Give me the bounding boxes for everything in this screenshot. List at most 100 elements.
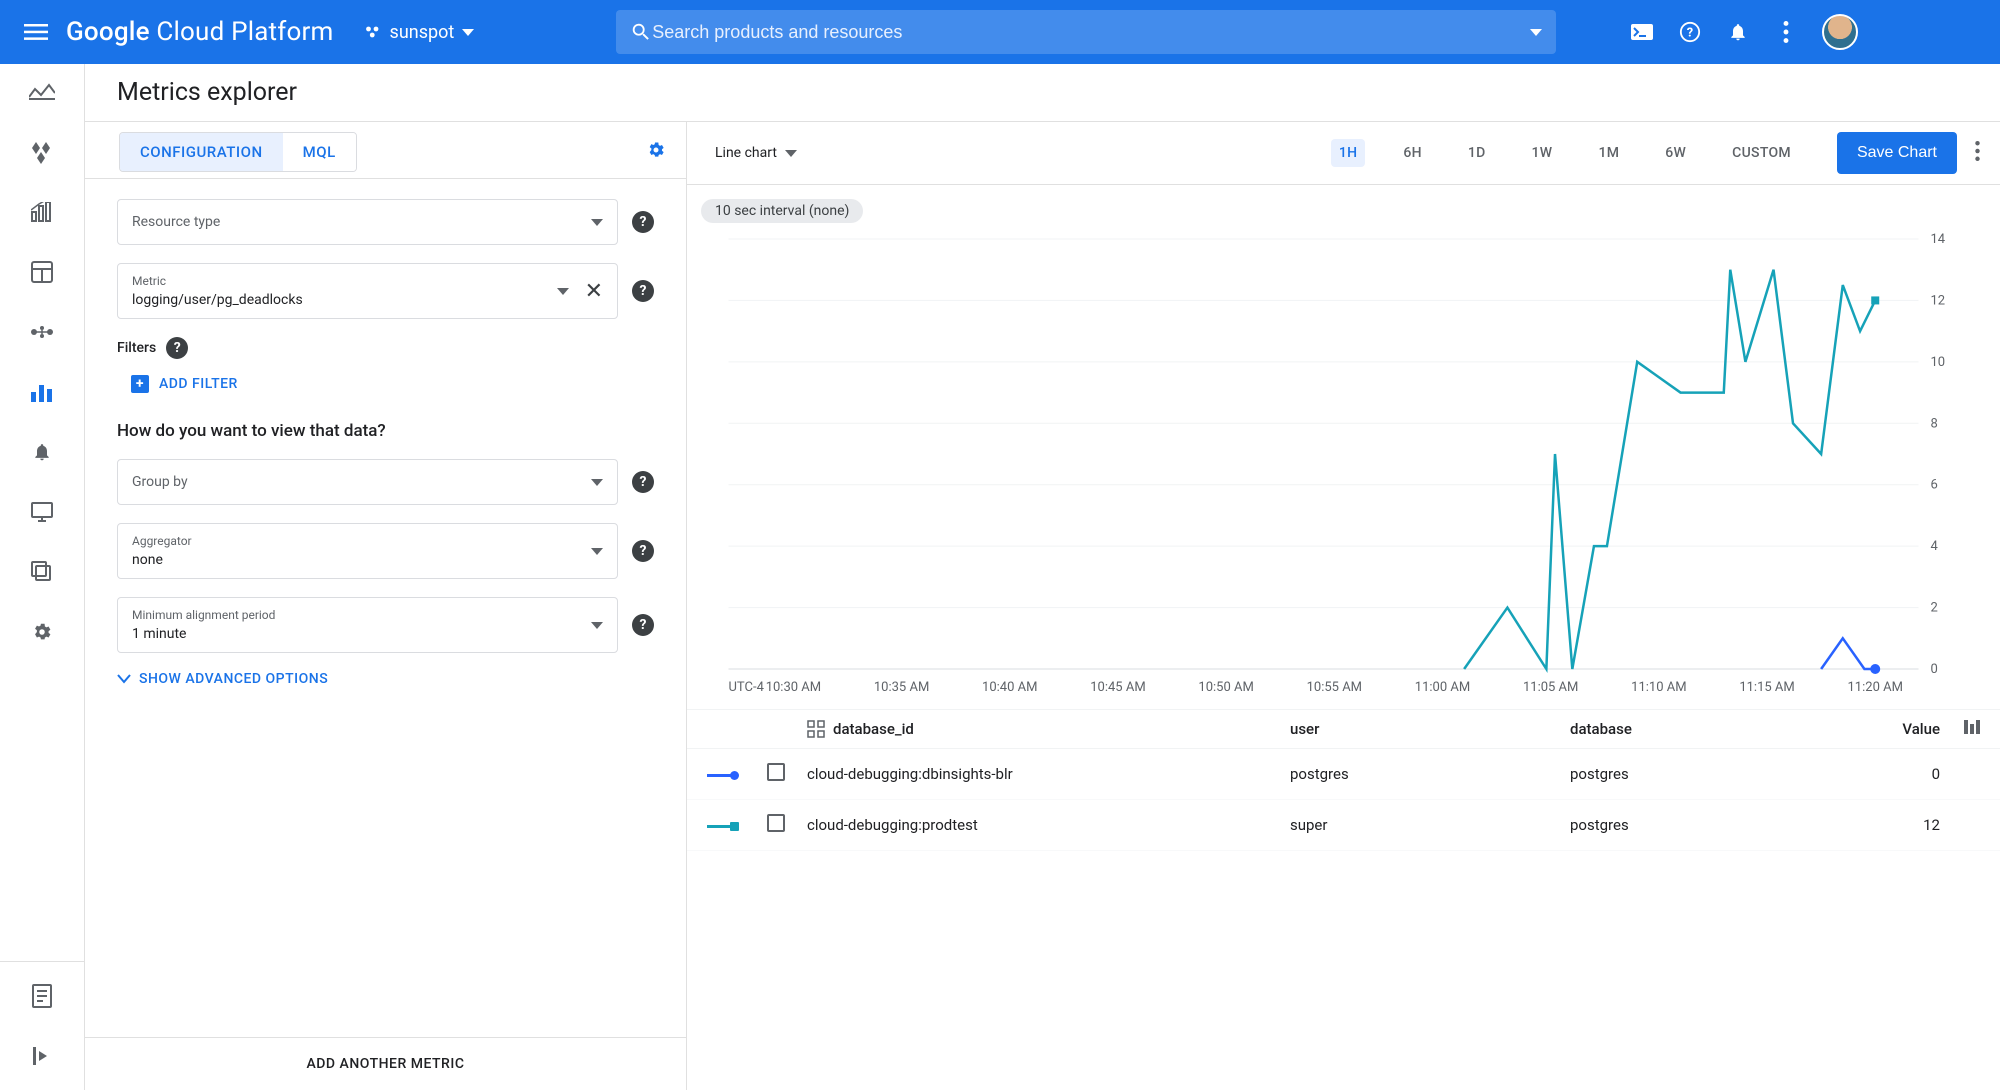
- legend-user: postgres: [1290, 765, 1570, 783]
- clear-metric-icon[interactable]: ✕: [585, 279, 603, 304]
- nav-dashboard-icon[interactable]: [26, 256, 58, 288]
- global-search[interactable]: [616, 10, 1556, 54]
- nav-alerts-icon[interactable]: [26, 436, 58, 468]
- legend-checkbox[interactable]: [767, 814, 785, 832]
- nav-docs-icon[interactable]: [26, 980, 58, 1012]
- brand-logo[interactable]: Google Cloud Platform: [66, 17, 334, 47]
- hamburger-menu-icon[interactable]: [20, 16, 52, 48]
- add-filter-button[interactable]: + ADD FILTER: [131, 375, 654, 393]
- add-filter-label: ADD FILTER: [159, 376, 238, 392]
- svg-text:11:15 AM: 11:15 AM: [1739, 680, 1794, 695]
- nav-overview-icon[interactable]: [26, 76, 58, 108]
- help-icon[interactable]: ?: [632, 280, 654, 302]
- svg-text:0: 0: [1931, 662, 1938, 677]
- cloud-shell-icon[interactable]: [1630, 20, 1654, 44]
- range-1h[interactable]: 1H: [1331, 139, 1366, 167]
- column-picker-icon[interactable]: [1940, 720, 1980, 738]
- nav-groups-icon[interactable]: [26, 556, 58, 588]
- plus-icon: +: [131, 375, 149, 393]
- group-by-placeholder: Group by: [132, 474, 591, 490]
- page-title: Metrics explorer: [85, 64, 2000, 122]
- nav-metrics-icon[interactable]: [26, 196, 58, 228]
- user-avatar[interactable]: [1822, 14, 1858, 50]
- project-selector[interactable]: sunspot: [356, 18, 483, 47]
- svg-text:10:35 AM: 10:35 AM: [874, 680, 929, 695]
- min-alignment-select[interactable]: Minimum alignment period 1 minute: [117, 597, 618, 653]
- legend-value: 12: [1850, 816, 1940, 834]
- help-icon[interactable]: ?: [166, 337, 188, 359]
- tab-configuration[interactable]: CONFIGURATION: [120, 133, 283, 171]
- chevron-down-icon: [557, 288, 569, 295]
- nav-settings-icon[interactable]: [26, 616, 58, 648]
- col-database-id: database_id: [833, 720, 914, 738]
- legend-db-id: cloud-debugging:dbinsights-blr: [807, 765, 1290, 783]
- range-6w[interactable]: 6W: [1657, 139, 1694, 167]
- chevron-down-icon: [591, 622, 603, 629]
- help-icon[interactable]: ?: [632, 540, 654, 562]
- chevron-down-icon[interactable]: [1530, 29, 1542, 36]
- group-by-select[interactable]: Group by: [117, 459, 618, 505]
- advanced-label: SHOW ADVANCED OPTIONS: [139, 671, 328, 687]
- help-icon[interactable]: ?: [632, 614, 654, 636]
- show-advanced-button[interactable]: SHOW ADVANCED OPTIONS: [117, 671, 654, 687]
- resource-type-select[interactable]: Resource type: [117, 199, 618, 245]
- view-question: How do you want to view that data?: [117, 421, 654, 441]
- nav-resources-icon[interactable]: [26, 136, 58, 168]
- chart-type-select[interactable]: Line chart: [707, 141, 805, 165]
- range-custom[interactable]: CUSTOM: [1724, 139, 1799, 167]
- grid-icon: [807, 720, 825, 738]
- project-name: sunspot: [390, 22, 455, 43]
- svg-text:10:55 AM: 10:55 AM: [1307, 680, 1362, 695]
- svg-text:10:40 AM: 10:40 AM: [982, 680, 1037, 695]
- chart[interactable]: 02468101214UTC-410:30 AM10:35 AM10:40 AM…: [697, 229, 1980, 709]
- svg-text:10: 10: [1931, 355, 1946, 370]
- min-align-value: 1 minute: [132, 626, 591, 642]
- tab-mql[interactable]: MQL: [283, 133, 356, 171]
- nav-uptime-icon[interactable]: [26, 496, 58, 528]
- nav-metrics-explorer-icon[interactable]: [26, 376, 58, 408]
- chevron-down-icon: [117, 674, 131, 684]
- aggregator-select[interactable]: Aggregator none: [117, 523, 618, 579]
- svg-text:6: 6: [1931, 478, 1938, 493]
- chevron-down-icon: [591, 548, 603, 555]
- nav-services-icon[interactable]: [26, 316, 58, 348]
- legend-checkbox[interactable]: [767, 763, 785, 781]
- nav-collapse-icon[interactable]: [26, 1040, 58, 1072]
- legend-row[interactable]: cloud-debugging:dbinsights-blr postgres …: [687, 749, 2000, 800]
- svg-text:12: 12: [1931, 293, 1946, 308]
- legend-row[interactable]: cloud-debugging:prodtest super postgres …: [687, 800, 2000, 851]
- col-value: Value: [1850, 720, 1940, 738]
- help-icon[interactable]: ?: [1678, 20, 1702, 44]
- metric-select[interactable]: Metric logging/user/pg_deadlocks ✕: [117, 263, 618, 319]
- config-tabs: CONFIGURATION MQL: [119, 132, 357, 172]
- legend-header: database_id user database Value: [687, 709, 2000, 749]
- search-icon: [630, 21, 652, 43]
- svg-text:10:50 AM: 10:50 AM: [1198, 680, 1253, 695]
- more-icon[interactable]: [1774, 20, 1798, 44]
- save-chart-button[interactable]: Save Chart: [1837, 132, 1957, 174]
- search-input[interactable]: [652, 22, 1516, 43]
- legend-value: 0: [1850, 765, 1940, 783]
- legend-user: super: [1290, 816, 1570, 834]
- range-1w[interactable]: 1W: [1524, 139, 1561, 167]
- interval-chip: 10 sec interval (none): [701, 199, 863, 223]
- chart-more-icon[interactable]: [1975, 141, 1980, 165]
- svg-text:?: ?: [1687, 26, 1693, 41]
- help-icon[interactable]: ?: [632, 211, 654, 233]
- chevron-down-icon: [591, 219, 603, 226]
- aggregator-label: Aggregator: [132, 534, 591, 548]
- range-6h[interactable]: 6H: [1395, 139, 1430, 167]
- notifications-icon[interactable]: [1726, 20, 1750, 44]
- range-1d[interactable]: 1D: [1460, 139, 1494, 167]
- resource-type-placeholder: Resource type: [132, 214, 591, 230]
- range-1m[interactable]: 1M: [1590, 139, 1627, 167]
- settings-gear-icon[interactable]: [646, 140, 666, 164]
- help-icon[interactable]: ?: [632, 471, 654, 493]
- chart-type-label: Line chart: [715, 145, 777, 161]
- chevron-down-icon: [591, 479, 603, 486]
- min-align-label: Minimum alignment period: [132, 608, 591, 622]
- add-another-metric-button[interactable]: ADD ANOTHER METRIC: [85, 1037, 686, 1090]
- aggregator-value: none: [132, 552, 591, 568]
- chart-pane: Line chart 1H 6H 1D 1W 1M 6W CUSTOM Save Chart…: [687, 122, 2000, 1090]
- col-user: user: [1290, 720, 1570, 738]
